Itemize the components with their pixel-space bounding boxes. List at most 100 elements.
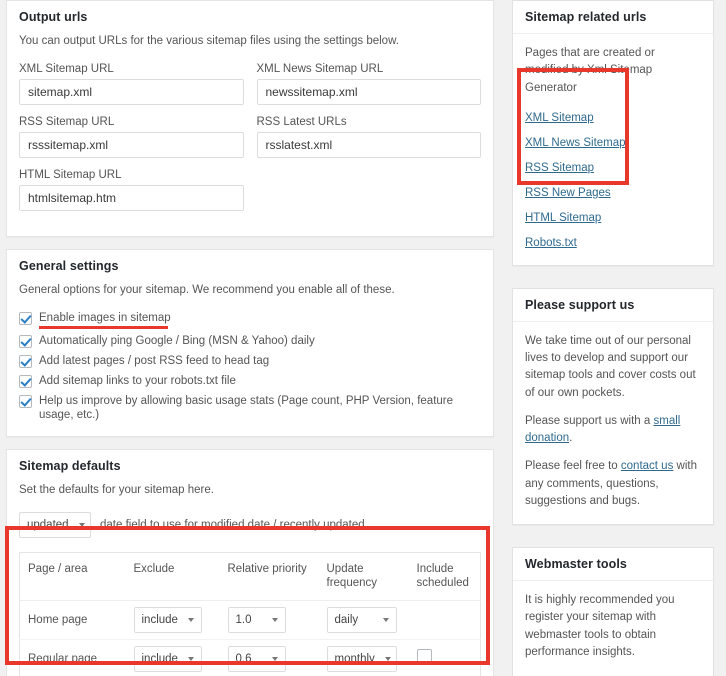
table-header: Page / area Exclude Relative priority Up…: [19, 552, 481, 601]
webmaster-links-list: Google Webmaster tools Bing Webmaster to…: [525, 672, 701, 676]
input-xml-news-sitemap-url[interactable]: [256, 78, 481, 105]
support-p3-pre: Please feel free to: [525, 460, 621, 473]
field-label-html-sitemap-url: HTML Sitemap URL: [19, 168, 122, 181]
output-urls-intro: You can output URLs for the various site…: [19, 35, 399, 47]
chevron-down-icon: [187, 617, 194, 622]
cell-update-frequency: daily: [319, 600, 409, 639]
checkbox-icon[interactable]: [19, 312, 32, 326]
checkbox-icon[interactable]: [19, 335, 32, 349]
cell-relative-priority: 0.6: [220, 639, 319, 676]
field-rss-latest-urls: RSS Latest URLs: [256, 115, 481, 158]
sitemap-defaults-table: Page / area Exclude Relative priority Up…: [19, 552, 481, 676]
option-label: Add latest pages / post RSS feed to head…: [39, 355, 270, 368]
option-label: Automatically ping Google / Bing (MSN & …: [39, 335, 315, 348]
cell-include-scheduled: [409, 600, 481, 639]
link-xml-news-sitemap[interactable]: XML News Sitemap: [525, 137, 626, 149]
panel-please-support-us: Please support us We take time out of ou…: [512, 287, 714, 525]
option-auto-ping-search-engines[interactable]: Automatically ping Google / Bing (MSN & …: [19, 334, 481, 349]
red-underline-annotation: [39, 326, 168, 330]
support-paragraph-1: We take time out of our personal lives t…: [525, 334, 696, 399]
panel-webmaster-tools: Webmaster tools It is highly recommended…: [512, 547, 714, 676]
option-enable-images-in-sitemap[interactable]: Enable images in sitemap: [19, 311, 481, 330]
output-urls-title: Output urls: [19, 10, 88, 24]
select-exclude[interactable]: include: [133, 645, 202, 672]
select-frequency[interactable]: monthly: [326, 645, 397, 672]
select-exclude-value: include: [141, 652, 178, 665]
field-rss-sitemap-url: RSS Sitemap URL: [19, 116, 244, 158]
select-exclude-value: include: [141, 613, 178, 626]
list-item: HTML Sitemap: [525, 208, 701, 226]
cell-exclude: include: [126, 639, 220, 676]
select-exclude[interactable]: include: [133, 606, 202, 633]
sidebar-column: Sitemap related urls Pages that are crea…: [500, 0, 726, 676]
column-header-exclude: Exclude: [125, 552, 220, 601]
cell-relative-priority: 1.0: [220, 600, 319, 639]
input-rss-latest-urls[interactable]: [256, 131, 481, 158]
table-body: Home page include 1.0 daily Regular page…: [19, 600, 481, 676]
panel-sitemap-defaults: Sitemap defaults Set the defaults for yo…: [6, 449, 494, 676]
link-contact-us[interactable]: contact us: [621, 460, 673, 472]
list-item: RSS Sitemap: [525, 158, 701, 176]
option-label: Enable images in sitemap: [39, 312, 171, 325]
cell-page-area: Regular page: [28, 652, 98, 665]
input-xml-sitemap-url[interactable]: [19, 78, 244, 105]
option-allow-basic-usage-stats[interactable]: Help us improve by allowing basic usage …: [19, 394, 481, 422]
link-robots-txt[interactable]: Robots.txt: [525, 237, 577, 249]
panel-output-urls: Output urls You can output URLs for the …: [6, 0, 494, 237]
field-label-xml-sitemap-url: XML Sitemap URL: [19, 62, 114, 75]
list-item: Robots.txt: [525, 233, 701, 251]
support-paragraph-2: Please support us with a small donation.: [525, 413, 701, 448]
link-rss-sitemap[interactable]: RSS Sitemap: [525, 162, 594, 174]
chevron-down-icon: [187, 656, 194, 661]
list-item: XML News Sitemap: [525, 133, 701, 151]
cell-page-area: Home page: [28, 613, 88, 626]
column-header-page-area: Page / area: [19, 552, 126, 601]
output-urls-fields: XML Sitemap URL XML News Sitemap URL RSS…: [19, 63, 481, 222]
select-frequency-value: monthly: [334, 652, 375, 665]
select-priority[interactable]: 0.6: [227, 645, 286, 672]
option-add-sitemap-links-to-robots-txt[interactable]: Add sitemap links to your robots.txt fil…: [19, 374, 481, 389]
select-date-field[interactable]: updated: [19, 512, 91, 539]
link-html-sitemap[interactable]: HTML Sitemap: [525, 212, 601, 224]
table-header-row: Page / area Exclude Relative priority Up…: [19, 552, 481, 601]
date-field-row: updated date field to use for modified d…: [19, 512, 481, 539]
support-title: Please support us: [513, 289, 713, 322]
column-header-relative-priority: Relative priority: [219, 552, 319, 601]
option-add-rss-feed-to-head-tag[interactable]: Add latest pages / post RSS feed to head…: [19, 354, 481, 369]
link-rss-new-pages[interactable]: RSS New Pages: [525, 187, 611, 199]
table-row: Regular page include 0.6 monthly: [20, 639, 481, 676]
related-urls-title: Sitemap related urls: [513, 1, 713, 34]
support-p2-pre: Please support us with a: [525, 414, 654, 427]
column-header-update-frequency: Update frequency: [318, 552, 409, 601]
table-row: Home page include 1.0 daily: [19, 600, 481, 640]
checkbox-icon[interactable]: [19, 395, 32, 409]
checkbox-icon[interactable]: [19, 375, 32, 389]
support-p2-post: .: [569, 432, 573, 444]
field-label-rss-latest-urls: RSS Latest URLs: [256, 115, 347, 128]
checkbox-include-scheduled[interactable]: [416, 649, 432, 665]
input-rss-sitemap-url[interactable]: [19, 131, 244, 158]
checkbox-icon[interactable]: [19, 355, 32, 369]
select-frequency-value: daily: [334, 613, 359, 626]
cell-include-scheduled: [409, 639, 481, 676]
general-settings-intro: General options for your sitemap. We rec…: [19, 283, 395, 296]
panel-general-settings: General settings General options for you…: [6, 248, 494, 438]
input-html-sitemap-url[interactable]: [19, 184, 244, 211]
chevron-down-icon: [78, 523, 85, 528]
link-xml-sitemap[interactable]: XML Sitemap: [525, 112, 594, 124]
field-label-xml-news-sitemap-url: XML News Sitemap URL: [256, 62, 384, 75]
select-frequency[interactable]: daily: [326, 606, 397, 633]
support-paragraph-3: Please feel free to contact us with any …: [525, 458, 701, 510]
general-settings-title: General settings: [19, 258, 119, 273]
panel-sitemap-related-urls: Sitemap related urls Pages that are crea…: [512, 0, 714, 266]
webmaster-title: Webmaster tools: [513, 548, 713, 581]
field-label-rss-sitemap-url: RSS Sitemap URL: [19, 115, 115, 128]
select-priority[interactable]: 1.0: [227, 606, 286, 633]
select-date-field-value: updated: [27, 519, 69, 532]
related-urls-intro: Pages that are created or modified by Xm…: [525, 47, 655, 94]
plugin-settings-page: Output urls You can output URLs for the …: [0, 0, 726, 676]
related-urls-list: XML Sitemap XML News Sitemap RSS Sitemap…: [525, 108, 701, 251]
option-label: Add sitemap links to your robots.txt fil…: [39, 375, 236, 388]
chevron-down-icon: [271, 617, 278, 622]
cell-exclude: include: [126, 600, 220, 639]
